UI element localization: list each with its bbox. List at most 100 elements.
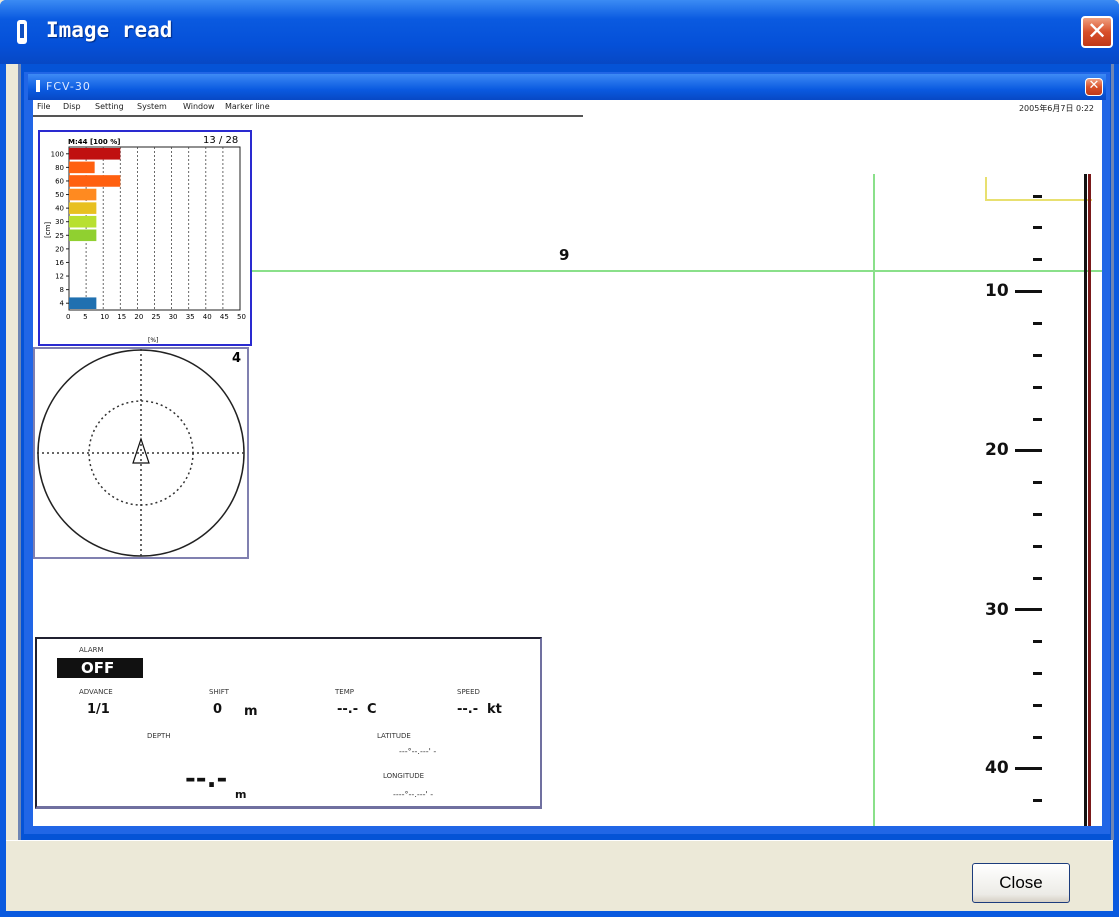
depth-tick-minor xyxy=(1033,481,1042,484)
longitude-label: LONGITUDE xyxy=(383,772,425,780)
depth-unit: m xyxy=(235,788,247,801)
depth-label: DEPTH xyxy=(147,732,171,740)
latitude-label: LATITUDE xyxy=(377,732,411,740)
histogram-y-tick-label: 100 xyxy=(51,150,64,158)
advance-value: 1/1 xyxy=(87,702,110,717)
compass-display xyxy=(37,349,245,557)
close-button[interactable]: Close xyxy=(972,863,1070,903)
histogram-y-tick-label: 12 xyxy=(55,273,64,281)
histogram-bar xyxy=(69,148,121,160)
fcv30-menubar: File Disp Setting System Window Marker l… xyxy=(33,100,583,117)
dialog-close-icon[interactable]: ✕ xyxy=(1081,16,1113,48)
histogram-x-tick-label: 0 xyxy=(66,313,70,321)
histogram-y-tick-label: 60 xyxy=(55,177,64,185)
histogram-bar xyxy=(69,297,97,309)
histogram-y-tick-label: 80 xyxy=(55,164,64,172)
histogram-y-tick-label: 16 xyxy=(55,259,64,267)
fcv30-window: FCV-30 ✕ File Disp Setting System Window… xyxy=(24,72,1110,834)
speed-unit: kt xyxy=(487,702,502,717)
depth-scale-line xyxy=(1084,174,1087,826)
menu-file: File xyxy=(37,102,51,111)
depth-label-20: 20 xyxy=(985,440,1009,460)
histogram-x-tick-label: 15 xyxy=(117,313,126,321)
depth-tick-minor xyxy=(1033,672,1042,675)
histogram-y-tick-label: 40 xyxy=(55,205,64,213)
marker-label: 9 xyxy=(559,246,570,264)
histogram-panel: M:44 [100 %] 13 / 28 [cm] [%] 0 5 10 15 20 25… xyxy=(38,130,252,346)
histogram-bar xyxy=(69,188,97,201)
longitude-value: ----°--.---' - xyxy=(393,790,434,799)
histogram-x-tick-label: 30 xyxy=(169,313,178,321)
vertical-marker-line xyxy=(873,174,875,826)
datetime-readout: 2005年6月7日 0:22 xyxy=(1018,104,1094,113)
histogram-xlabel: [%] xyxy=(148,337,158,344)
fcv30-titlebar: FCV-30 ✕ xyxy=(28,74,1106,100)
fcv30-close-icon: ✕ xyxy=(1085,78,1103,96)
histogram-bar xyxy=(69,215,97,228)
histogram-y-tick-label: 50 xyxy=(55,191,64,199)
depth-tick-minor xyxy=(1033,226,1042,229)
histogram-x-tick-label: 10 xyxy=(100,313,109,321)
histogram-y-tick-label: 25 xyxy=(55,232,64,240)
histogram-x-tick-label: 20 xyxy=(134,313,143,321)
histogram-y-tick-label: 4 xyxy=(60,300,65,308)
fcv30-title: FCV-30 xyxy=(46,80,91,93)
histogram-bar xyxy=(69,161,95,174)
latitude-value: ---°--.---' - xyxy=(399,747,437,756)
depth-tick-minor xyxy=(1033,545,1042,548)
histogram-ylabel: [cm] xyxy=(44,222,52,238)
depth-scale-line-red xyxy=(1088,174,1091,826)
temp-value: --.- xyxy=(337,702,359,717)
histogram-x-tick-label: 35 xyxy=(186,313,195,321)
depth-tick-minor xyxy=(1033,418,1042,421)
shift-label: SHIFT xyxy=(209,688,229,696)
image-read-dialog: Image read ✕ FCV-30 ✕ File Disp Setting … xyxy=(0,0,1119,917)
depth-tick-minor xyxy=(1033,736,1042,739)
alarm-status: OFF xyxy=(57,658,143,678)
depth-label-30: 30 xyxy=(985,600,1009,620)
histogram-x-tick-label: 40 xyxy=(203,313,212,321)
histogram-header-right: 13 / 28 xyxy=(203,135,238,146)
temp-label: TEMP xyxy=(335,688,354,696)
histogram-bar xyxy=(69,175,121,187)
sonar-screen: File Disp Setting System Window Marker l… xyxy=(33,100,1102,826)
depth-tick-minor xyxy=(1033,799,1042,802)
histogram-chart: M:44 [100 %] 13 / 28 [cm] [%] 0 5 10 15 20 25… xyxy=(44,135,246,344)
alarm-label: ALARM xyxy=(79,646,104,654)
depth-tick-major xyxy=(1015,767,1042,770)
menu-system: System xyxy=(137,102,167,111)
menu-setting: Setting xyxy=(95,102,124,111)
speed-label: SPEED xyxy=(457,688,480,696)
depth-tick-minor xyxy=(1033,513,1042,516)
menu-window: Window xyxy=(183,102,215,111)
histogram-x-tick-label: 25 xyxy=(152,313,161,321)
dialog-titlebar[interactable]: Image read ✕ xyxy=(0,0,1119,64)
dialog-client: FCV-30 ✕ File Disp Setting System Window… xyxy=(6,64,1114,840)
compass-panel: 4 xyxy=(33,347,249,559)
histogram-x-tick-label: 45 xyxy=(220,313,229,321)
depth-label-40: 40 xyxy=(985,758,1009,778)
histogram-x-tick-label: 5 xyxy=(83,313,87,321)
depth-tick-minor xyxy=(1033,386,1042,389)
histogram-y-tick-label: 8 xyxy=(60,286,64,294)
depth-tick-minor xyxy=(1033,704,1042,707)
depth-tick-minor xyxy=(1033,258,1042,261)
app-icon xyxy=(17,20,27,44)
fcv30-app-icon xyxy=(36,80,40,92)
dialog-footer: Close xyxy=(6,840,1113,911)
depth-tick-major xyxy=(1015,608,1042,611)
menu-disp: Disp xyxy=(63,102,81,111)
depth-tick-minor xyxy=(1033,354,1042,357)
histogram-x-tick-label: 50 xyxy=(237,313,246,321)
depth-value: --.- xyxy=(185,764,228,794)
menu-marker-line: Marker line xyxy=(225,102,270,111)
depth-tick-minor xyxy=(1033,322,1042,325)
depth-tick-major xyxy=(1015,290,1042,293)
horizontal-marker-line xyxy=(251,270,1102,272)
histogram-y-tick-label: 20 xyxy=(55,245,64,253)
histogram-y-tick-label: 30 xyxy=(55,218,64,226)
compass-number: 4 xyxy=(231,351,241,366)
shift-unit: m xyxy=(244,704,258,719)
histogram-bar xyxy=(69,229,97,242)
dialog-title: Image read xyxy=(46,18,173,42)
